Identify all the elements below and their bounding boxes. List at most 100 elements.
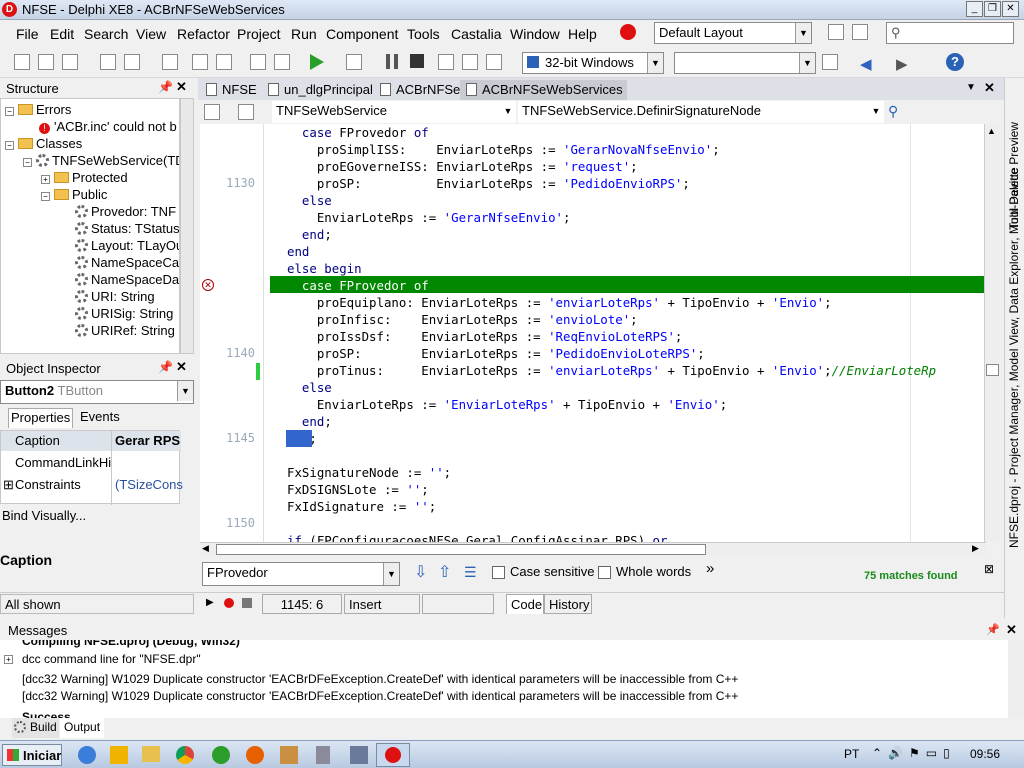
record-macro-icon[interactable] — [224, 598, 234, 608]
code-line[interactable]: else begin — [287, 260, 362, 277]
menu-project[interactable]: Project — [237, 26, 281, 42]
ide-insight-search[interactable]: ⚲ — [886, 22, 1014, 44]
pin-icon[interactable]: 📌 — [158, 360, 173, 374]
code-line[interactable]: EnviarLoteRps := 'GerarNfseEnvio'; — [287, 209, 571, 226]
message-line[interactable]: Compiling NFSE.dproj (Debug, Win32) — [22, 640, 240, 648]
open-project-icon[interactable] — [100, 54, 116, 70]
code-line[interactable]: case FProvedor of — [287, 124, 429, 141]
ie-icon[interactable] — [78, 746, 96, 764]
app-icon[interactable] — [280, 746, 298, 764]
class-combo[interactable]: TNFSeWebService ▼ — [272, 101, 516, 123]
bind-visually-link[interactable]: Bind Visually... — [2, 508, 86, 523]
projects-icon[interactable] — [204, 104, 220, 120]
delphi-taskbar-button[interactable] — [376, 743, 410, 767]
open-file-icon[interactable] — [216, 54, 232, 70]
messages-list[interactable]: Compiling NFSE.dproj (Debug, Win32) + dc… — [0, 640, 1008, 718]
menu-search[interactable]: Search — [84, 26, 128, 42]
back-arrow-icon[interactable]: ◀ — [860, 55, 872, 73]
code-line[interactable]: proSP: EnviarLoteRps := 'PedidoEnvioRPS'… — [287, 175, 690, 192]
reopen-icon[interactable] — [124, 54, 140, 70]
tree-item-property[interactable]: Provedor: TNF — [75, 203, 176, 220]
tree-item-protected[interactable]: + Protected — [41, 169, 128, 186]
code-line[interactable]: FxSignatureNode := ''; — [287, 464, 451, 481]
tree-item-error[interactable]: ! 'ACBr.inc' could not b — [39, 118, 177, 135]
language-indicator[interactable]: PT — [844, 747, 859, 761]
property-grid[interactable]: Caption Gerar RPS CommandLinkHi ⊞ Constrai… — [0, 430, 183, 505]
breakpoint-error-icon[interactable]: ✕ — [202, 279, 214, 291]
forward-arrow-icon[interactable]: ▶ — [896, 55, 908, 73]
platform-combo[interactable]: 32-bit Windows ▼ — [522, 52, 664, 74]
search-input[interactable]: FProvedor ▼ — [202, 562, 400, 586]
chrome-icon[interactable] — [176, 746, 194, 764]
menu-component[interactable]: Component — [326, 26, 398, 42]
maximize-button[interactable]: ❐ — [984, 1, 1001, 17]
project-manager-tab[interactable]: NFSE.dproj - Project Manager, Model View… — [1007, 122, 1021, 548]
close-panel-icon[interactable]: ✕ — [176, 79, 187, 95]
tree-item-classes[interactable]: − Classes — [5, 135, 82, 152]
tab-build[interactable]: Build — [12, 718, 59, 738]
case-sensitive-checkbox[interactable] — [492, 566, 505, 579]
menu-refactor[interactable]: Refactor — [177, 26, 230, 42]
close-panel-icon[interactable]: ✕ — [176, 359, 187, 375]
app-icon[interactable] — [350, 746, 368, 764]
tree-item-property[interactable]: URI: String — [75, 288, 155, 305]
tree-item-property[interactable]: Layout: TLayOu — [75, 237, 179, 254]
minimize-button[interactable]: _ — [966, 1, 983, 17]
property-row[interactable]: Caption Gerar RPS — [1, 431, 181, 451]
pin-icon[interactable]: 📌 — [986, 623, 1000, 636]
close-tab-icon[interactable]: ✕ — [984, 80, 995, 96]
config-combo[interactable]: ▼ — [674, 52, 816, 74]
tree-item-class[interactable]: − TNFSeWebService(TD — [23, 152, 179, 169]
save-desktop-icon[interactable] — [852, 24, 868, 40]
highlight-all-icon[interactable]: ☰ — [464, 564, 477, 581]
new-icon[interactable] — [14, 54, 30, 70]
code-line[interactable]: proSP: EnviarLoteRps := 'PedidoEnvioLote… — [287, 345, 705, 362]
menu-file[interactable]: File — [16, 26, 39, 42]
code-line[interactable]: end; — [287, 226, 332, 243]
tree-item-property[interactable]: URISig: String — [75, 305, 173, 322]
app-icon[interactable] — [212, 746, 230, 764]
code-line[interactable]: FxIdSignature := ''; — [287, 498, 436, 515]
calculator-icon[interactable] — [316, 746, 330, 764]
save-icon[interactable] — [162, 54, 178, 70]
code-line[interactable]: proInfisc: EnviarLoteRps := 'envioLote'; — [287, 311, 638, 328]
new-items-icon[interactable] — [38, 54, 54, 70]
menu-edit[interactable]: Edit — [50, 26, 74, 42]
firefox-icon[interactable] — [246, 746, 264, 764]
tab-history[interactable]: History — [544, 594, 592, 614]
stop-icon[interactable] — [410, 54, 424, 68]
tab-properties[interactable]: Properties — [8, 408, 74, 428]
property-row[interactable]: CommandLinkHi — [1, 453, 181, 473]
close-panel-icon[interactable]: ✕ — [1006, 622, 1017, 638]
code-line[interactable]: FxDSIGNSLote := ''; — [287, 481, 429, 498]
component-selector[interactable]: Button2 TButton ▼ — [0, 380, 194, 404]
whole-words-checkbox[interactable] — [598, 566, 611, 579]
find-next-icon[interactable]: ⇩ — [414, 562, 427, 582]
code-line[interactable]: proSimplISS: EnviarLoteRps := 'GerarNova… — [287, 141, 720, 158]
tab-acbrnfse[interactable]: ACBrNFSe — [374, 80, 464, 100]
tab-list-dropdown-icon[interactable]: ▼ — [966, 82, 976, 93]
code-line[interactable]: proEquiplano: EnviarLoteRps := 'enviarLo… — [287, 294, 832, 311]
code-line[interactable]: EnviarLoteRps := 'EnviarLoteRps' + TipoE… — [287, 396, 727, 413]
tree-item-property[interactable]: NameSpaceDa — [75, 271, 179, 288]
menu-help[interactable]: Help — [568, 26, 597, 42]
tab-code[interactable]: Code — [506, 594, 544, 614]
message-line[interactable]: dcc command line for "NFSE.dpr" — [22, 652, 201, 666]
menu-run[interactable]: Run — [291, 26, 317, 42]
build-icon[interactable] — [438, 54, 454, 70]
pause-icon[interactable] — [386, 54, 398, 69]
property-row[interactable]: ⊞ Constraints (TSizeCons — [1, 475, 183, 495]
message-line[interactable]: Success — [22, 710, 71, 718]
menu-tools[interactable]: Tools — [407, 26, 440, 42]
editor-vertical-scrollbar[interactable]: ▲ — [984, 124, 1000, 542]
find-previous-icon[interactable]: ⇧ — [438, 562, 451, 582]
outlook-icon[interactable] — [110, 746, 128, 764]
open-icon[interactable] — [62, 54, 78, 70]
code-line[interactable]: else — [287, 192, 332, 209]
code-line[interactable]: proEGoverneISS: EnviarLoteRps := 'reques… — [287, 158, 638, 175]
units-icon[interactable] — [238, 104, 254, 120]
tree-item-property[interactable]: NameSpaceCa — [75, 254, 179, 271]
code-line[interactable]: else — [287, 379, 332, 396]
clean-icon[interactable] — [486, 54, 502, 70]
run-icon[interactable] — [310, 54, 324, 70]
